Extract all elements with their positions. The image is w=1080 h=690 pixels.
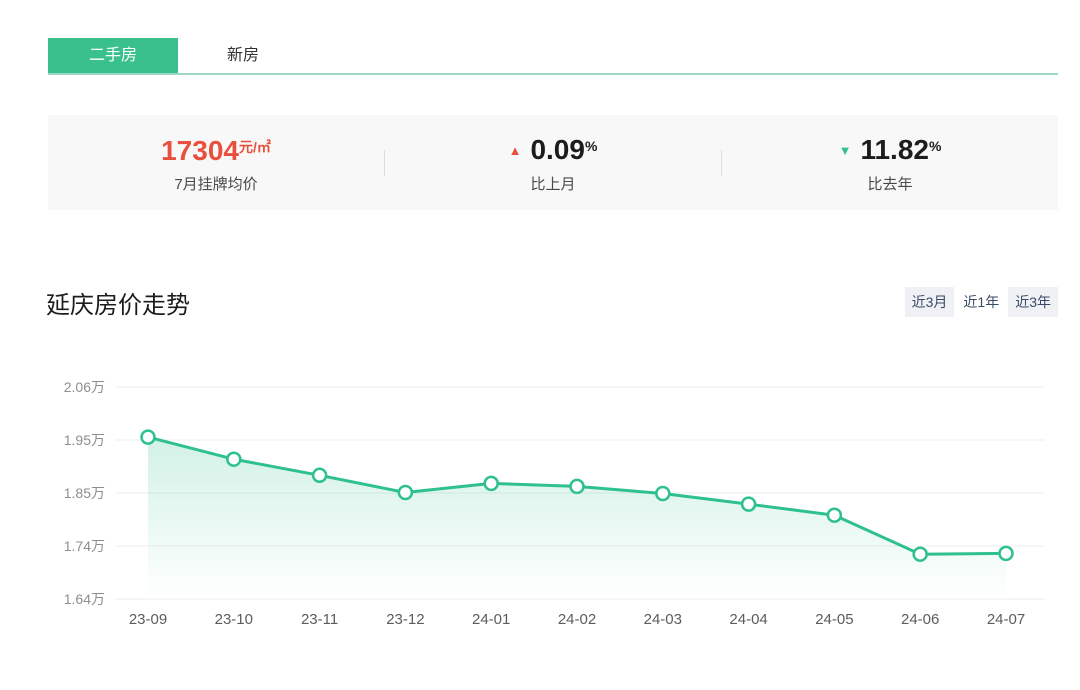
average-price-label: 7月挂牌均价 bbox=[48, 173, 384, 194]
x-tick-label: 23-09 bbox=[129, 611, 167, 628]
tab-new[interactable]: 新房 bbox=[178, 38, 308, 73]
data-point-marker[interactable] bbox=[1000, 547, 1013, 560]
y-tick-label: 1.95万 bbox=[64, 432, 105, 448]
data-point-marker[interactable] bbox=[485, 477, 498, 490]
average-price-value: 17304 bbox=[161, 135, 239, 166]
data-point-marker[interactable] bbox=[227, 453, 240, 466]
y-tick-label: 2.06万 bbox=[64, 379, 105, 395]
x-tick-label: 23-12 bbox=[386, 611, 424, 628]
x-tick-label: 24-07 bbox=[987, 611, 1025, 628]
x-tick-label: 24-02 bbox=[558, 611, 596, 628]
price-trend-svg: 2.06万 1.95万 1.85万 1.74万 1.64万 23-09 23-10 23-11… bbox=[48, 375, 1052, 647]
tab-bar: 二手房 新房 bbox=[48, 38, 1058, 75]
data-point-marker[interactable] bbox=[313, 469, 326, 482]
x-tick-label: 24-04 bbox=[729, 611, 767, 628]
time-range-switcher: 近3月 近1年 近3年 bbox=[905, 287, 1058, 317]
data-point-marker[interactable] bbox=[399, 486, 412, 499]
yoy-change: ▼ 11.82% bbox=[722, 131, 1058, 166]
down-triangle-icon: ▼ bbox=[839, 143, 852, 158]
stats-panel: 17304元/㎡ 7月挂牌均价 ▲ 0.09% 比上月 ▼ 11.82% 比去年 bbox=[48, 115, 1058, 210]
y-tick-label: 1.64万 bbox=[64, 591, 105, 607]
price-trend-chart: 2.06万 1.95万 1.85万 1.74万 1.64万 23-09 23-10 23-11… bbox=[48, 375, 1052, 647]
section-header: 延庆房价走势 近3月 近1年 近3年 bbox=[46, 285, 1058, 319]
x-tick-label: 23-10 bbox=[215, 611, 253, 628]
tab-secondhand[interactable]: 二手房 bbox=[48, 38, 178, 73]
x-tick-label: 24-01 bbox=[472, 611, 510, 628]
average-price: 17304元/㎡ bbox=[48, 132, 384, 166]
range-button-1year[interactable]: 近1年 bbox=[956, 287, 1006, 317]
data-point-marker[interactable] bbox=[571, 480, 584, 493]
y-tick-label: 1.85万 bbox=[64, 485, 105, 501]
stat-year-over-year: ▼ 11.82% 比去年 bbox=[722, 131, 1058, 194]
data-point-marker[interactable] bbox=[742, 498, 755, 511]
average-price-unit: 元/㎡ bbox=[239, 139, 271, 155]
stat-average-price: 17304元/㎡ 7月挂牌均价 bbox=[48, 132, 384, 194]
yoy-change-label: 比去年 bbox=[722, 173, 1058, 194]
range-button-3months[interactable]: 近3月 bbox=[905, 287, 955, 317]
x-tick-label: 23-11 bbox=[301, 611, 338, 628]
data-point-marker[interactable] bbox=[142, 431, 155, 444]
yoy-change-unit: % bbox=[929, 138, 941, 154]
yoy-change-value: 11.82 bbox=[860, 134, 929, 165]
mom-change-unit: % bbox=[585, 138, 597, 154]
mom-change-label: 比上月 bbox=[385, 173, 721, 194]
mom-change-value: 0.09 bbox=[530, 134, 585, 165]
x-tick-label: 24-05 bbox=[815, 611, 853, 628]
x-tick-label: 24-03 bbox=[644, 611, 682, 628]
data-point-marker[interactable] bbox=[828, 509, 841, 522]
mom-change: ▲ 0.09% bbox=[385, 131, 721, 166]
price-area bbox=[148, 437, 1006, 599]
page-title: 延庆房价走势 bbox=[46, 285, 190, 320]
data-point-marker[interactable] bbox=[656, 487, 669, 500]
x-tick-label: 24-06 bbox=[901, 611, 939, 628]
data-point-marker[interactable] bbox=[914, 548, 927, 561]
y-tick-label: 1.74万 bbox=[64, 538, 105, 554]
up-triangle-icon: ▲ bbox=[509, 143, 522, 158]
range-button-3years[interactable]: 近3年 bbox=[1008, 287, 1058, 317]
stat-month-over-month: ▲ 0.09% 比上月 bbox=[385, 131, 721, 194]
